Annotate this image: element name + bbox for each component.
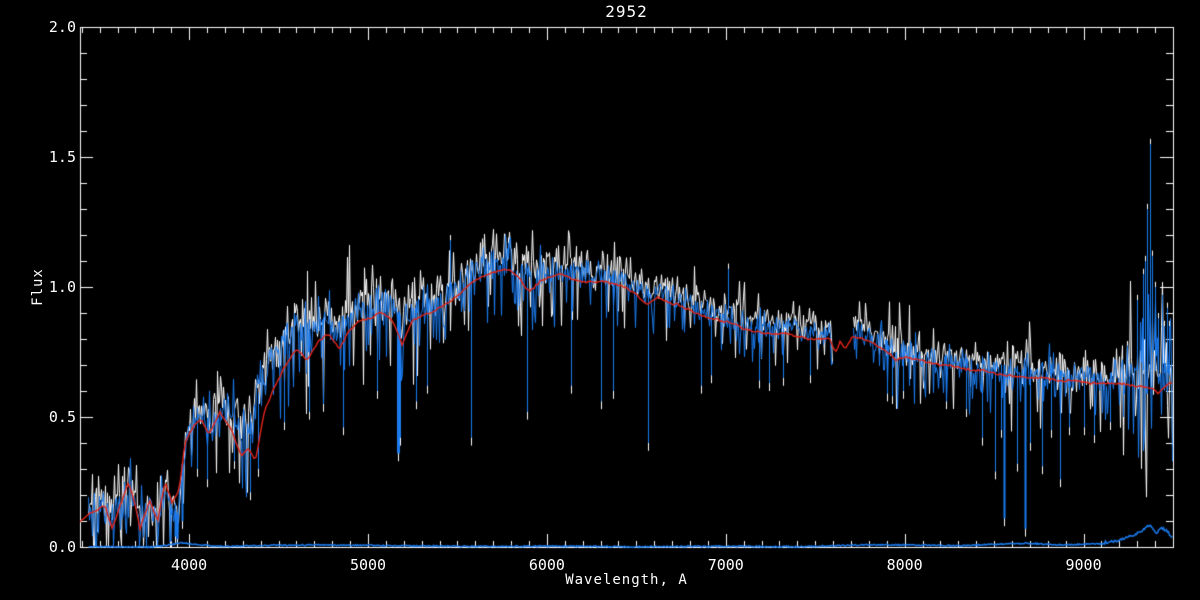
spectrum-canvas xyxy=(0,0,1200,600)
y-tick-label: 0.5 xyxy=(48,408,76,426)
x-axis-label: Wavelength, A xyxy=(565,572,688,588)
x-tick-label: 6000 xyxy=(528,556,565,574)
x-tick-label: 4000 xyxy=(171,556,208,574)
plot-title: 2952 xyxy=(605,2,648,21)
y-tick-label: 1.0 xyxy=(48,278,76,296)
x-tick-label: 8000 xyxy=(886,556,923,574)
y-tick-label: 1.5 xyxy=(48,148,76,166)
y-tick-label: 2.0 xyxy=(48,18,76,36)
spectrum-plot-window: 2952 Wavelength, A Flux 4000 5000 6000 7000… xyxy=(0,0,1200,600)
x-tick-label: 9000 xyxy=(1065,556,1102,574)
x-tick-label: 5000 xyxy=(349,556,387,574)
x-tick-label: 7000 xyxy=(707,556,744,574)
y-tick-label: 0.0 xyxy=(48,538,76,556)
